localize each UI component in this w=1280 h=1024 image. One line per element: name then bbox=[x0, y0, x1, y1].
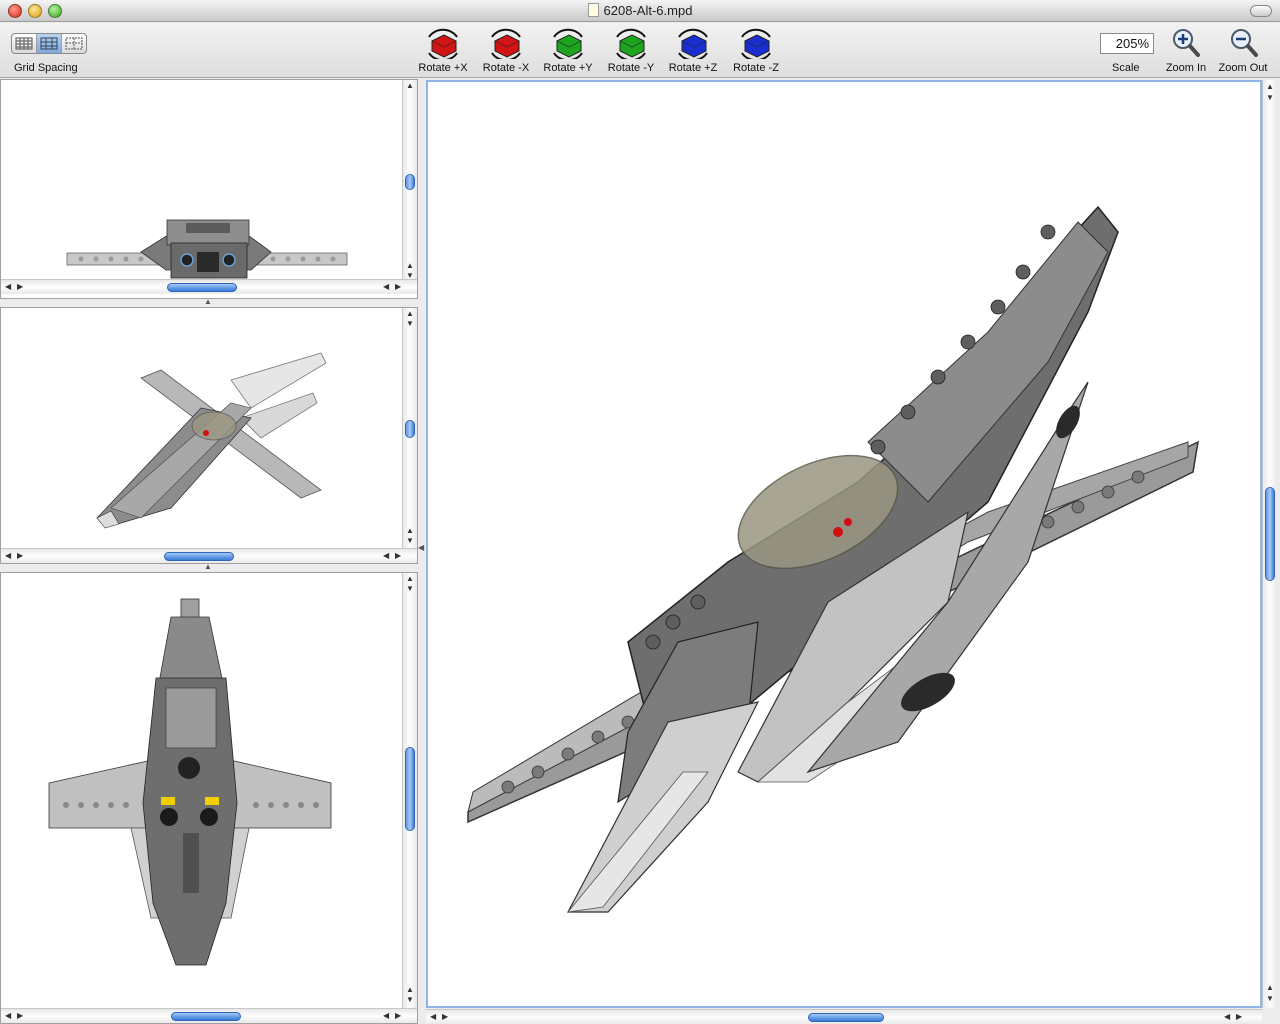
toolbar-toggle-button[interactable] bbox=[1250, 5, 1272, 17]
scroll-up-arrow-icon[interactable]: ▲ bbox=[406, 262, 414, 270]
app-window: 6208-Alt-6.mpd Grid Spacing Rotate +X Rot… bbox=[0, 0, 1280, 1024]
spaceship-top-view-icon bbox=[48, 598, 332, 966]
scroll-right-arrow-icon[interactable]: ▶ bbox=[17, 552, 23, 560]
scroll-left-arrow-icon[interactable]: ◀ bbox=[5, 552, 11, 560]
rotate-button-2[interactable]: Rotate -X bbox=[475, 27, 537, 77]
scroll-right-arrow-icon[interactable]: ▶ bbox=[395, 283, 401, 291]
spaceship-perspective-view-icon bbox=[96, 352, 327, 529]
top-view-horizontal-scrollbar[interactable]: ◀ ▶ ◀ ▶ bbox=[1, 1008, 417, 1023]
scroll-right-arrow-icon[interactable]: ▶ bbox=[395, 552, 401, 560]
rotate-button-label: Rotate +X bbox=[418, 62, 468, 74]
rotate-x-plus-icon bbox=[428, 28, 458, 59]
rotate-y-minus-icon bbox=[616, 28, 646, 59]
scroll-left-arrow-icon[interactable]: ◀ bbox=[430, 1013, 436, 1021]
grid-fine-icon bbox=[15, 37, 33, 50]
split-handle-icon[interactable]: ▲ bbox=[204, 297, 212, 306]
viewport-front[interactable]: ▲ ▲ ▼ ◀ ▶ ◀ ▶ bbox=[0, 79, 418, 299]
viewport-top[interactable]: ▲ ▼ ▲ ▼ ◀ ▶ ◀ ▶ bbox=[0, 572, 418, 1024]
grid-spacing-label: Grid Spacing bbox=[14, 62, 78, 74]
scroll-down-arrow-icon[interactable]: ▼ bbox=[406, 537, 414, 545]
scroll-down-arrow-icon[interactable]: ▼ bbox=[1266, 995, 1274, 1003]
scroll-up-arrow-icon[interactable]: ▲ bbox=[406, 310, 414, 318]
zoom-out-button[interactable]: Zoom Out bbox=[1215, 27, 1271, 77]
scroll-right-arrow-icon[interactable]: ▶ bbox=[1236, 1013, 1242, 1021]
rotate-x-minus-icon bbox=[491, 28, 521, 59]
grid-fine-option[interactable] bbox=[12, 34, 37, 53]
main-horizontal-thumb[interactable] bbox=[808, 1013, 884, 1022]
window-title: 6208-Alt-6.mpd bbox=[603, 3, 693, 18]
scroll-down-arrow-icon[interactable]: ▼ bbox=[406, 320, 414, 328]
grid-medium-icon bbox=[40, 37, 58, 50]
viewport-main-3d[interactable] bbox=[426, 80, 1262, 1008]
scroll-up-arrow-icon[interactable]: ▲ bbox=[406, 986, 414, 994]
split-handle-icon[interactable]: ▲ bbox=[204, 562, 212, 571]
grid-spacing-control[interactable] bbox=[11, 33, 87, 54]
top-view-vertical-thumb[interactable] bbox=[405, 747, 415, 831]
spaceship-3d-main-view-icon bbox=[467, 205, 1199, 913]
rotate-button-1[interactable]: Rotate +X bbox=[412, 27, 474, 77]
scroll-up-arrow-icon[interactable]: ▲ bbox=[406, 82, 414, 90]
rotate-button-label: Rotate -X bbox=[482, 62, 530, 74]
rotate-button-3[interactable]: Rotate +Y bbox=[537, 27, 599, 77]
rotate-z-plus-icon bbox=[678, 28, 708, 59]
scale-field[interactable]: 205% bbox=[1100, 33, 1154, 54]
grid-coarse-option[interactable] bbox=[62, 34, 86, 53]
rotate-button-4[interactable]: Rotate -Y bbox=[600, 27, 662, 77]
perspective-vertical-thumb[interactable] bbox=[405, 420, 415, 438]
scroll-left-arrow-icon[interactable]: ◀ bbox=[5, 1012, 11, 1020]
toolbar: Grid Spacing Rotate +X Rotate -X Rotate +Y… bbox=[0, 23, 1280, 78]
viewport-perspective[interactable]: ▲ ▼ ▲ ▼ ◀ ▶ ◀ ▶ bbox=[0, 307, 418, 564]
document-icon bbox=[587, 3, 599, 17]
main-vertical-scrollbar[interactable]: ▲ ▼ ▲ ▼ bbox=[1262, 80, 1277, 1008]
main-viewport-frame: ▲ ▼ ▲ ▼ ◀ ▶ ◀ ▶ bbox=[426, 80, 1280, 1024]
scroll-down-arrow-icon[interactable]: ▼ bbox=[406, 585, 414, 593]
rotate-button-label: Rotate -Z bbox=[733, 62, 779, 74]
grid-coarse-icon bbox=[65, 37, 83, 50]
perspective-horizontal-thumb[interactable] bbox=[164, 552, 234, 561]
front-view-horizontal-thumb[interactable] bbox=[167, 283, 237, 292]
grid-medium-option[interactable] bbox=[37, 34, 62, 53]
scroll-right-arrow-icon[interactable]: ▶ bbox=[442, 1013, 448, 1021]
scroll-left-arrow-icon[interactable]: ◀ bbox=[5, 283, 11, 291]
rotate-button-label: Rotate +Z bbox=[668, 62, 718, 74]
rotate-button-label: Rotate +Y bbox=[543, 62, 593, 74]
front-view-vertical-scrollbar[interactable]: ▲ ▲ ▼ bbox=[402, 80, 417, 285]
scroll-down-arrow-icon[interactable]: ▼ bbox=[406, 996, 414, 1004]
main-horizontal-scrollbar[interactable]: ◀ ▶ ◀ ▶ bbox=[426, 1009, 1262, 1024]
scroll-left-arrow-icon[interactable]: ◀ bbox=[1224, 1013, 1230, 1021]
front-view-horizontal-scrollbar[interactable]: ◀ ▶ ◀ ▶ bbox=[1, 279, 417, 294]
perspective-horizontal-scrollbar[interactable]: ◀ ▶ ◀ ▶ bbox=[1, 548, 417, 563]
scroll-up-arrow-icon[interactable]: ▲ bbox=[1266, 83, 1274, 91]
top-view-vertical-scrollbar[interactable]: ▲ ▼ ▲ ▼ bbox=[402, 573, 417, 1009]
scroll-up-arrow-icon[interactable]: ▲ bbox=[406, 527, 414, 535]
perspective-vertical-scrollbar[interactable]: ▲ ▼ ▲ ▼ bbox=[402, 308, 417, 550]
zoom-out-label: Zoom Out bbox=[1218, 62, 1268, 74]
scroll-left-arrow-icon[interactable]: ◀ bbox=[383, 283, 389, 291]
scroll-left-arrow-icon[interactable]: ◀ bbox=[383, 1012, 389, 1020]
rotate-button-5[interactable]: Rotate +Z bbox=[662, 27, 724, 77]
scroll-right-arrow-icon[interactable]: ▶ bbox=[395, 1012, 401, 1020]
vertical-split-handle-icon[interactable]: ◀ bbox=[418, 543, 424, 552]
main-vertical-thumb[interactable] bbox=[1265, 487, 1275, 581]
scroll-up-arrow-icon[interactable]: ▲ bbox=[406, 575, 414, 583]
scroll-left-arrow-icon[interactable]: ◀ bbox=[383, 552, 389, 560]
window-title-wrap: 6208-Alt-6.mpd bbox=[0, 3, 1280, 18]
top-view-horizontal-thumb[interactable] bbox=[171, 1012, 241, 1021]
zoom-out-icon bbox=[1231, 29, 1258, 57]
spaceship-front-view-icon bbox=[66, 219, 348, 285]
rotate-button-label: Rotate -Y bbox=[607, 62, 655, 74]
rotate-y-plus-icon bbox=[553, 28, 583, 59]
title-bar[interactable]: 6208-Alt-6.mpd bbox=[0, 0, 1280, 22]
zoom-in-label: Zoom In bbox=[1165, 62, 1207, 74]
rotate-button-6[interactable]: Rotate -Z bbox=[725, 27, 787, 77]
scroll-right-arrow-icon[interactable]: ▶ bbox=[17, 283, 23, 291]
scroll-down-arrow-icon[interactable]: ▼ bbox=[1266, 94, 1274, 102]
scale-label: Scale bbox=[1112, 62, 1140, 74]
rotate-z-minus-icon bbox=[741, 28, 771, 59]
zoom-in-button[interactable]: Zoom In bbox=[1158, 27, 1214, 77]
scroll-right-arrow-icon[interactable]: ▶ bbox=[17, 1012, 23, 1020]
front-view-vertical-thumb[interactable] bbox=[405, 174, 415, 190]
zoom-in-icon bbox=[1173, 29, 1200, 57]
scroll-up-arrow-icon[interactable]: ▲ bbox=[1266, 984, 1274, 992]
